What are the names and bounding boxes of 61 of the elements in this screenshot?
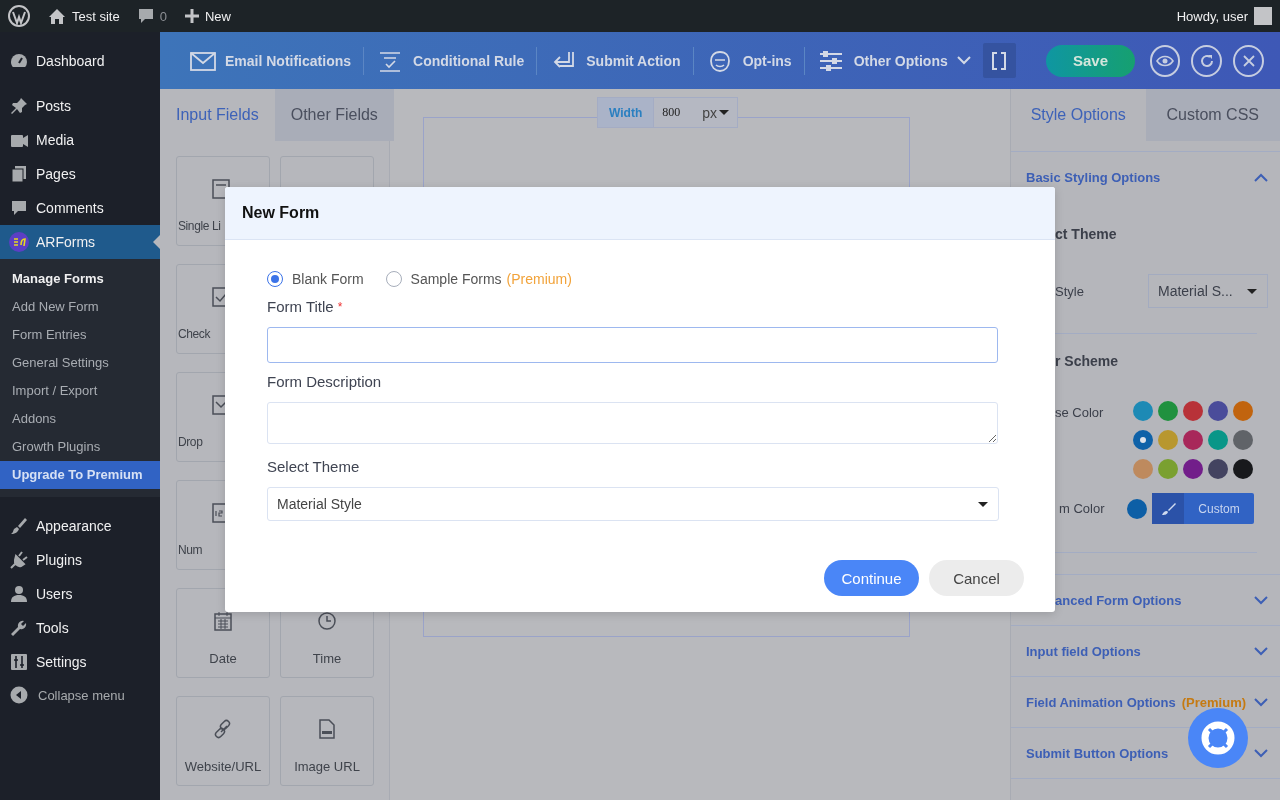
toolbar-button[interactable]: Opt-ins xyxy=(692,46,804,75)
field-type-label: Website/URL xyxy=(184,759,262,774)
menu-item[interactable]: Media xyxy=(0,123,160,157)
collapse-menu-button[interactable]: Collapse menu xyxy=(0,679,160,711)
submenu-item[interactable]: Growth Plugins xyxy=(0,433,160,461)
section-heading: r Scheme xyxy=(1055,353,1120,369)
comments-link[interactable]: 0 xyxy=(137,8,167,24)
theme-select[interactable]: Material Style xyxy=(267,487,999,521)
submenu-item[interactable]: General Settings xyxy=(0,349,160,377)
field-type-label: Single Li xyxy=(178,219,221,233)
section-header[interactable]: Input field Options xyxy=(1011,625,1280,676)
submenu-item[interactable]: Form Entries xyxy=(0,321,160,349)
menu-item[interactable]: Appearance xyxy=(0,509,160,543)
custom-color-button[interactable]: Custom xyxy=(1152,493,1254,524)
menu-item[interactable]: Posts xyxy=(0,89,160,123)
panel-tab[interactable]: Input Fields xyxy=(160,89,275,141)
submenu-item[interactable]: Addons xyxy=(0,405,160,433)
field-type-label: Drop xyxy=(178,435,203,449)
menu-item[interactable]: Comments xyxy=(0,191,160,225)
menu-item[interactable]: Tools xyxy=(0,611,160,645)
cancel-button[interactable]: Cancel xyxy=(929,560,1024,596)
field-type-label: Time xyxy=(312,651,342,666)
submenu-item[interactable]: Add New Form xyxy=(0,293,160,321)
new-link[interactable]: New xyxy=(184,8,231,24)
menu-item[interactable]: Dashboard xyxy=(0,44,160,78)
section-heading: ct Theme xyxy=(1055,226,1118,242)
panel-tab[interactable]: Custom CSS xyxy=(1145,89,1280,141)
field-label: Select Theme xyxy=(267,459,361,475)
premium-note: (Premium) xyxy=(506,271,572,287)
toolbar-button[interactable]: Email Notifications xyxy=(190,46,364,75)
menu-item[interactable]: Settings xyxy=(0,645,160,679)
radio-option[interactable]: Blank Form xyxy=(267,271,364,287)
field-label: Form Title * xyxy=(267,299,344,315)
submenu-item[interactable]: Upgrade To Premium xyxy=(0,461,160,489)
menu-item[interactable]: Users xyxy=(0,577,160,611)
field-type-card[interactable]: Image URL xyxy=(280,696,374,786)
submenu-item[interactable]: Manage Forms xyxy=(0,265,160,293)
menu-item[interactable]: ARForms xyxy=(0,225,160,259)
toolbar-button[interactable]: Other Options xyxy=(803,46,983,75)
dialog-title: New Form xyxy=(225,187,1055,240)
submenu-item[interactable]: Import / Export xyxy=(0,377,160,405)
field-type-label: Date xyxy=(209,651,237,666)
toolbar-button[interactable]: Conditional Rule xyxy=(363,46,537,75)
site-link[interactable]: Test site xyxy=(48,7,120,25)
field-type-label: Num xyxy=(178,543,203,557)
field-label: se Color xyxy=(1055,405,1105,420)
field-label: Style xyxy=(1055,283,1084,299)
toolbar-button[interactable]: Submit Action xyxy=(536,46,693,75)
menu-item[interactable]: Pages xyxy=(0,157,160,191)
field-type-card[interactable]: Website/URL xyxy=(176,696,270,786)
field-type-label: Image URL xyxy=(294,759,360,774)
continue-button[interactable]: Continue xyxy=(824,560,919,596)
field-type-label: Check xyxy=(178,327,210,341)
radio-option[interactable]: Sample Forms (Premium) xyxy=(385,271,572,287)
panel-tab[interactable]: Other Fields xyxy=(274,89,394,141)
field-label: m Color xyxy=(1059,501,1106,516)
panel-tab[interactable]: Style Options xyxy=(1011,89,1146,141)
style-select[interactable]: Material S... xyxy=(1148,274,1268,308)
field-label: Form Description xyxy=(267,374,383,390)
menu-item[interactable]: Plugins xyxy=(0,543,160,577)
account-link[interactable]: Howdy, user xyxy=(1176,7,1272,25)
